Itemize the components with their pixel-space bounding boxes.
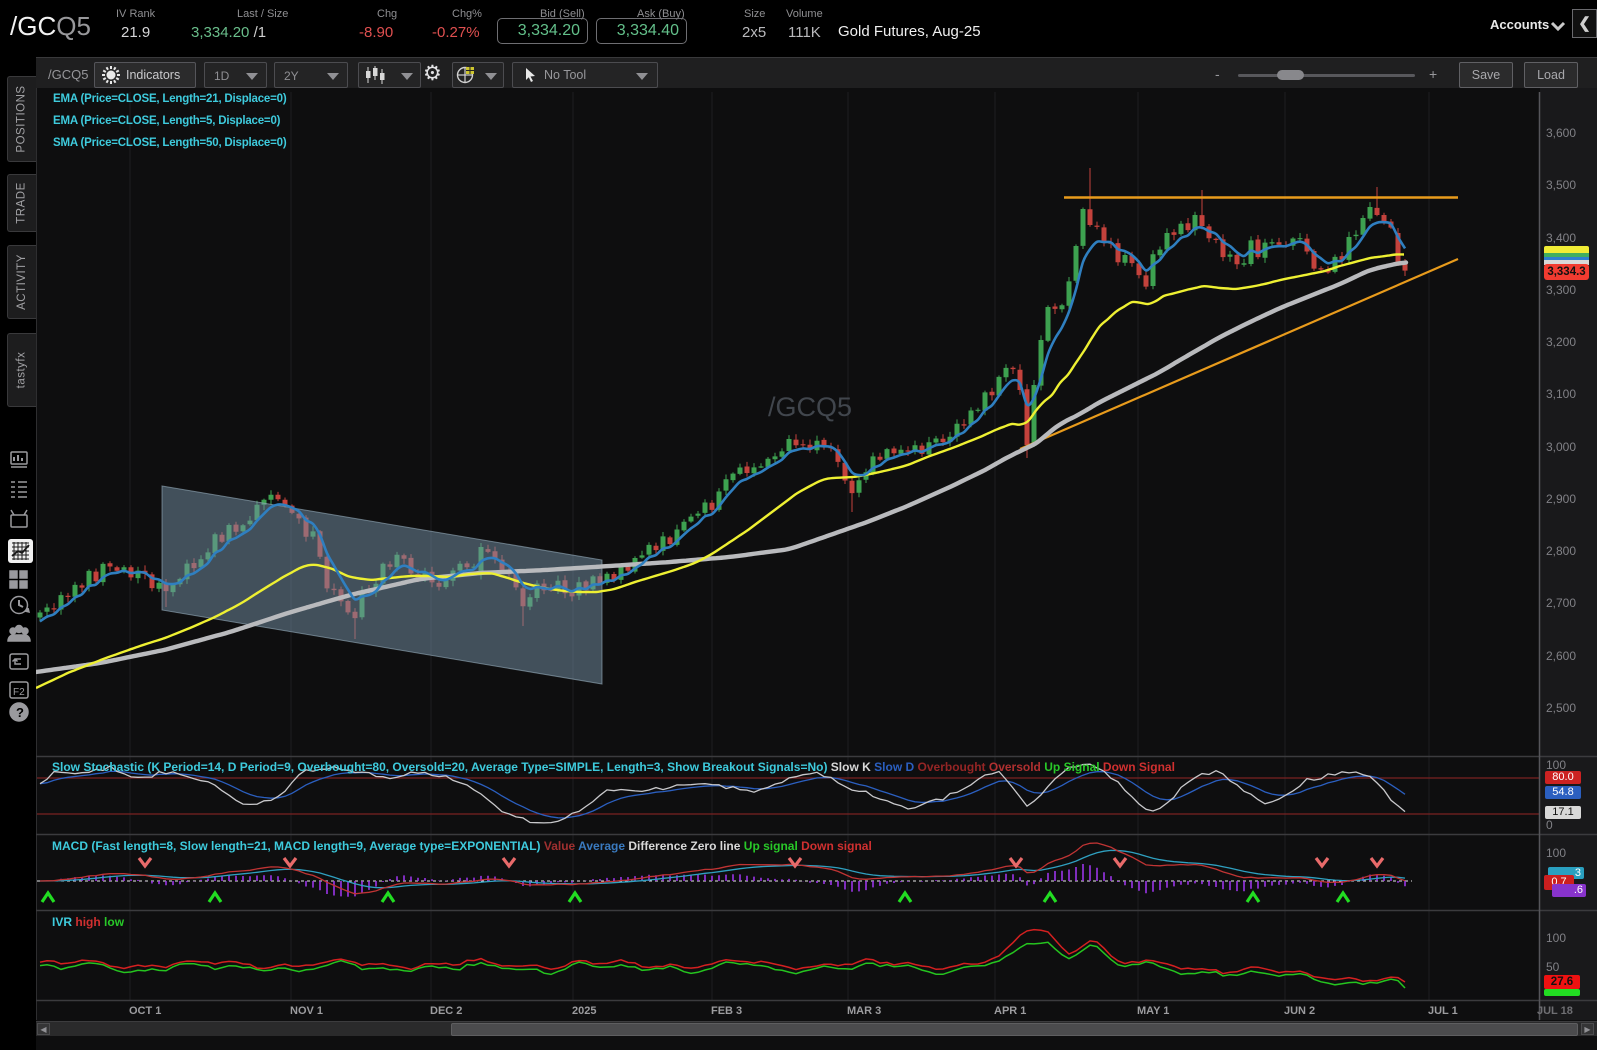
svg-text:/GCQ5: /GCQ5 [768,392,852,422]
svg-text:F2: F2 [13,687,25,698]
svg-text:?: ? [16,705,24,720]
